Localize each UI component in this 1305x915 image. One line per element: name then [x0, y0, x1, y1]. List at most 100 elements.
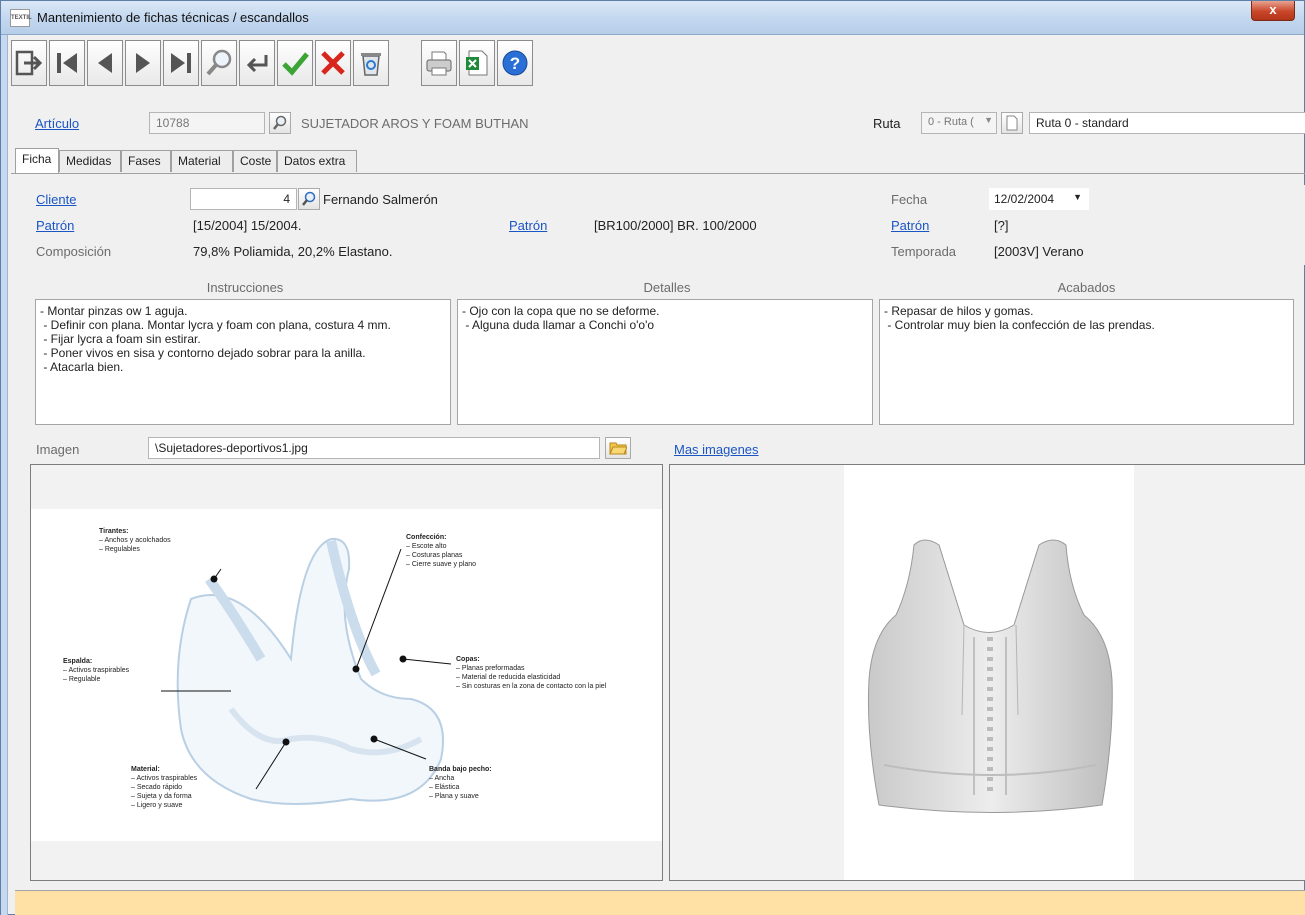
next-icon	[136, 53, 150, 73]
previous-record-button[interactable]	[87, 40, 123, 86]
imagen-path-field[interactable]: \Sujetadores-deportivos1.jpg	[148, 437, 600, 459]
composicion-value: 79,8% Poliamida, 20,2% Elastano.	[193, 244, 393, 259]
first-icon	[57, 53, 77, 73]
cancel-button[interactable]	[315, 40, 351, 86]
chevron-down-icon: ▼	[984, 115, 993, 125]
recycle-icon	[361, 53, 381, 76]
banda-line: – Plana y suave	[429, 793, 479, 800]
confeccion-line: – Escote alto	[406, 543, 447, 550]
patron1-link[interactable]: Patrón	[36, 218, 74, 233]
secondary-image-frame[interactable]	[669, 464, 1305, 881]
espalda-line: – Regulable	[63, 676, 101, 683]
tirantes-line: – Regulables	[99, 546, 140, 553]
confeccion-title: Confección:	[406, 534, 447, 541]
material-line: – Ligero y suave	[131, 802, 183, 809]
material-line: – Secado rápido	[131, 784, 182, 791]
confeccion-line: – Cierre suave y plano	[406, 561, 477, 568]
title-bar[interactable]: TEXTIL Mantenimiento de fichas técnicas …	[1, 1, 1304, 35]
tab-medidas[interactable]: Medidas	[59, 150, 121, 172]
copas-line: – Sin costuras en la zona de contacto co…	[456, 683, 607, 690]
material-title: Material:	[131, 766, 160, 773]
tab-material[interactable]: Material	[171, 150, 233, 172]
folder-icon	[609, 442, 627, 455]
composicion-label: Composición	[36, 244, 112, 259]
patron2-link[interactable]: Patrón	[509, 218, 547, 233]
patron3-link[interactable]: Patrón	[891, 218, 929, 233]
imagen-label: Imagen	[36, 442, 80, 457]
banda-title: Banda bajo pecho:	[429, 766, 492, 773]
excel-export-button[interactable]	[459, 40, 495, 86]
patron3-value: [?]	[994, 218, 1009, 233]
main-window: TEXTIL Mantenimiento de fichas técnicas …	[0, 0, 1305, 915]
help-icon: ?	[502, 50, 528, 76]
search-icon	[302, 191, 316, 206]
tab-ficha[interactable]: Ficha	[15, 148, 59, 173]
fecha-label: Fecha	[891, 192, 928, 207]
temporada-label: Temporada	[891, 244, 957, 259]
copas-title: Copas:	[456, 656, 480, 663]
cliente-link[interactable]: Cliente	[36, 192, 76, 207]
app-icon: TEXTIL	[10, 9, 32, 27]
cancel-icon	[321, 51, 345, 75]
acabados-textarea[interactable]: - Repasar de hilos y gomas. - Controlar …	[879, 299, 1294, 425]
tirantes-annotation: Tirantes: – Anchos y acolchados – Regula…	[99, 527, 171, 554]
instrucciones-textarea[interactable]: - Montar pinzas ow 1 aguja. - Definir co…	[35, 299, 451, 425]
cliente-name: Fernando Salmerón	[323, 192, 438, 207]
espalda-title: Espalda:	[63, 658, 93, 665]
article-search-button[interactable]	[269, 112, 291, 134]
article-code-field[interactable]: 10788	[149, 112, 265, 134]
instrucciones-heading: Instrucciones	[206, 280, 284, 295]
last-icon	[171, 53, 191, 73]
patron1-value: [15/2004] 15/2004.	[193, 218, 302, 233]
copas-line: – Material de reducida elasticidad	[456, 674, 561, 681]
tab-datos-extra[interactable]: Datos extra	[277, 150, 357, 172]
detalles-heading: Detalles	[643, 280, 691, 295]
cliente-search-button[interactable]	[298, 188, 320, 210]
copas-line: – Planas preformadas	[456, 665, 525, 672]
main-image-frame[interactable]: Tirantes: – Anchos y acolchados – Regula…	[30, 464, 663, 881]
prev-icon	[98, 53, 112, 73]
search-icon	[206, 49, 232, 76]
route-select[interactable]: 0 - Ruta ( ▼	[921, 112, 997, 134]
article-link[interactable]: Artículo	[35, 116, 79, 131]
acabados-heading: Acabados	[1057, 280, 1116, 295]
more-images-link[interactable]: Mas imagenes	[674, 442, 759, 457]
accept-button[interactable]	[277, 40, 313, 86]
banda-line: – Ancha	[429, 775, 455, 782]
material-annotation: Material: – Activos traspirables – Secad…	[131, 765, 197, 810]
browse-image-button[interactable]	[605, 437, 631, 459]
search-button[interactable]	[201, 40, 237, 86]
close-button[interactable]: x	[1251, 1, 1295, 21]
svg-text:?: ?	[510, 54, 520, 73]
chevron-down-icon: ▼	[1073, 192, 1082, 202]
exit-button[interactable]	[11, 40, 47, 86]
fecha-picker[interactable]: 12/02/2004 ▼	[989, 188, 1089, 210]
first-record-button[interactable]	[49, 40, 85, 86]
material-line: – Sujeta y da forma	[131, 793, 192, 800]
tab-separator	[11, 173, 1305, 174]
help-button[interactable]: ?	[497, 40, 533, 86]
delete-button[interactable]	[353, 40, 389, 86]
status-bar	[15, 890, 1305, 915]
last-record-button[interactable]	[163, 40, 199, 86]
cliente-code-field[interactable]: 4	[190, 188, 297, 210]
tab-fases[interactable]: Fases	[121, 150, 171, 172]
route-name-field[interactable]: Ruta 0 - standard	[1029, 112, 1305, 134]
sports-bra-photo-icon	[867, 539, 1113, 813]
tirantes-title: Tirantes:	[99, 528, 129, 535]
copas-annotation: Copas: – Planas preformadas – Material d…	[456, 655, 606, 691]
accept-icon	[282, 52, 309, 76]
detalles-textarea[interactable]: - Ojo con la copa que no se deforme. - A…	[457, 299, 873, 425]
tab-coste[interactable]: Coste	[233, 150, 277, 172]
route-select-value: 0 - Ruta (	[928, 116, 974, 128]
next-record-button[interactable]	[125, 40, 161, 86]
espalda-annotation: Espalda: – Activos traspirables – Regula…	[63, 657, 129, 684]
espalda-line: – Activos traspirables	[63, 667, 130, 674]
return-icon	[246, 55, 268, 73]
temporada-value: [2003V] Verano	[994, 244, 1084, 259]
route-document-button[interactable]	[1001, 112, 1023, 134]
diagram-canvas: Tirantes: – Anchos y acolchados – Regula…	[31, 509, 662, 841]
return-button[interactable]	[239, 40, 275, 86]
print-button[interactable]	[421, 40, 457, 86]
excel-icon	[466, 50, 488, 76]
